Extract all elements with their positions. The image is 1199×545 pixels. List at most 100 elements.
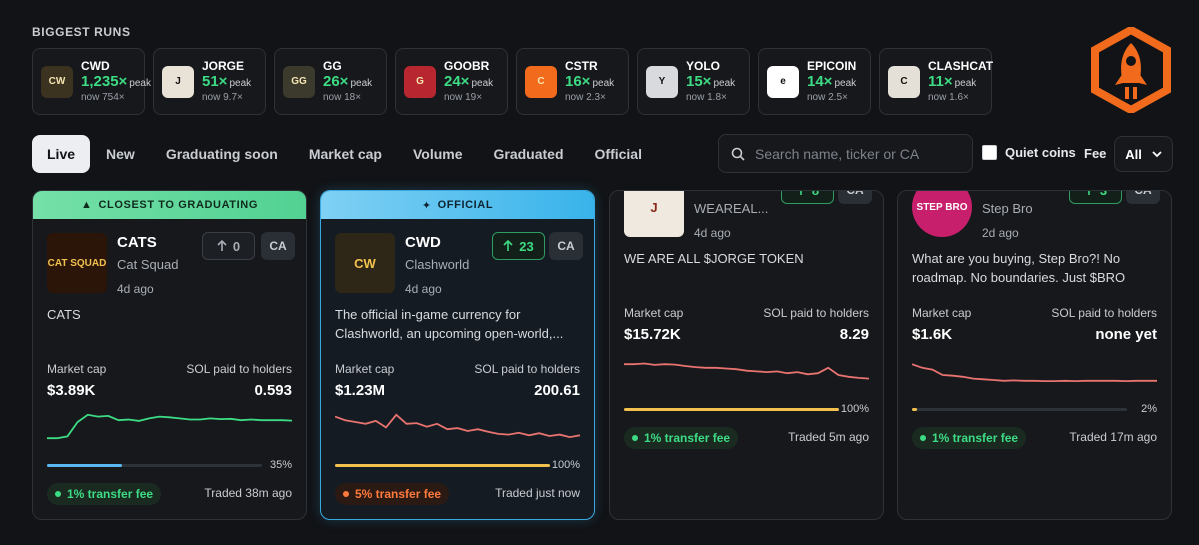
run-info: CWD 1,235× peak now 754×	[81, 58, 151, 104]
sol-paid-label: SOL paid to holders	[474, 362, 580, 376]
run-multiplier: 15×	[686, 73, 712, 91]
last-traded: Traded 38m ago	[204, 486, 292, 500]
card-body: CAT SQUAD CATS Cat Squad 4d ago 0 CA CATS Marke…	[33, 219, 306, 519]
token-description: The official in-game currency for Clashw…	[335, 307, 564, 341]
sparkline-path	[47, 413, 292, 440]
token-description: What are you buying, Step Bro?! No roadm…	[912, 251, 1126, 285]
transfer-fee-label: 1% transfer fee	[67, 487, 154, 501]
run-card[interactable]: C CLASHCAT 11× peak now 1.6×	[879, 48, 993, 115]
copy-ca-button[interactable]: CA	[838, 191, 872, 204]
arrow-up-icon	[1088, 191, 1090, 195]
tab-official[interactable]: Official	[580, 135, 657, 173]
run-ticker: CWD	[81, 58, 110, 73]
transfer-fee-badge: 1% transfer fee	[912, 427, 1027, 449]
run-peak-line: 15× peak	[686, 73, 735, 91]
rocket-logo-icon[interactable]	[1091, 27, 1171, 113]
transfer-fee-label: 1% transfer fee	[644, 431, 731, 445]
fee-select[interactable]: All	[1114, 136, 1173, 172]
run-card[interactable]: G GOOBR 24× peak now 19×	[395, 48, 508, 115]
search-box[interactable]	[718, 134, 973, 173]
run-now: now 2.5×	[807, 91, 848, 103]
sol-paid-value: none yet	[1095, 326, 1157, 343]
token-age: 2d ago	[982, 226, 1019, 240]
run-card[interactable]: C CSTR 16× peak now 2.3×	[516, 48, 629, 115]
tab-new[interactable]: New	[91, 135, 150, 173]
token-card[interactable]: ✦ OFFICIAL CW CWD Clashworld 4d ago 23 CA The of…	[320, 190, 595, 520]
graduation-progress-fill	[47, 464, 123, 467]
run-card[interactable]: J JORGE 51× peak now 9.7×	[153, 48, 266, 115]
copy-ca-button[interactable]: CA	[549, 232, 583, 260]
status-dot-icon	[632, 435, 638, 441]
run-card[interactable]: GG GG 26× peak now 18×	[274, 48, 387, 115]
token-card[interactable]: J JORGE WEAREAL... 4d ago 8 CA WE ARE ALL $JOR…	[609, 190, 884, 520]
token-ticker: CWD	[405, 234, 441, 251]
run-card[interactable]: Y YOLO 15× peak now 1.8×	[637, 48, 750, 115]
run-peak-label: peak	[592, 78, 615, 90]
token-description: CATS	[47, 307, 81, 322]
section-title: BIGGEST RUNS	[32, 25, 131, 39]
tab-graduated[interactable]: Graduated	[479, 135, 579, 173]
token-ticker: JORGE	[694, 191, 747, 195]
run-now: now 754×	[81, 91, 125, 103]
holder-count: 23	[519, 238, 534, 254]
run-multiplier: 14×	[807, 73, 833, 91]
market-cap-value: $1.6K	[912, 326, 953, 343]
holder-count-badge[interactable]: 0	[202, 232, 255, 260]
triangle-up-icon: ▲	[81, 199, 93, 211]
run-peak-label: peak	[713, 78, 736, 90]
search-icon	[731, 147, 745, 161]
run-ticker: YOLO	[686, 58, 721, 73]
copy-ca-button[interactable]: CA	[261, 232, 295, 260]
status-dot-icon	[55, 491, 61, 497]
holder-count-badge[interactable]: 8	[781, 191, 834, 204]
status-dot-icon	[920, 435, 926, 441]
graduation-progress-percent: 2%	[1141, 403, 1157, 415]
run-now: now 9.7×	[202, 91, 243, 103]
status-dot-icon	[343, 491, 349, 497]
token-name: WEAREAL...	[694, 201, 769, 216]
run-peak-line: 51× peak	[202, 73, 251, 91]
run-now: now 2.3×	[565, 91, 606, 103]
tab-graduating-soon[interactable]: Graduating soon	[151, 135, 293, 173]
biggest-runs-list: CW CWD 1,235× peak now 754× J JORGE 51× peak now …	[32, 48, 993, 115]
card-body: J JORGE WEAREAL... 4d ago 8 CA WE ARE ALL $JOR…	[610, 191, 883, 519]
copy-ca-button[interactable]: CA	[1126, 191, 1160, 204]
run-peak-label: peak	[954, 78, 977, 90]
run-peak-line: 1,235× peak	[81, 73, 151, 91]
market-cap-label: Market cap	[624, 306, 684, 320]
token-ticker: BRO	[982, 191, 1015, 195]
token-card[interactable]: ▲ CLOSEST TO GRADUATING CAT SQUAD CATS Cat S…	[32, 190, 307, 520]
run-card[interactable]: e EPICOIN 14× peak now 2.5×	[758, 48, 871, 115]
holder-count-badge[interactable]: 3	[1069, 191, 1122, 204]
card-banner: ✦ OFFICIAL	[321, 191, 594, 219]
card-banner-label: CLOSEST TO GRADUATING	[98, 199, 258, 211]
market-cap-value: $15.72K	[624, 326, 681, 343]
graduation-progress-percent: 100%	[551, 459, 580, 471]
run-multiplier: 16×	[565, 73, 591, 91]
run-ticker: GG	[323, 58, 342, 73]
arrow-up-icon	[503, 240, 513, 251]
token-age: 4d ago	[117, 282, 154, 296]
token-avatar: STEP BRO	[912, 191, 972, 237]
tab-volume[interactable]: Volume	[398, 135, 478, 173]
token-thumbnail: C	[525, 65, 557, 98]
transfer-fee-badge: 5% transfer fee	[335, 483, 450, 505]
graduation-progress-fill	[912, 408, 918, 411]
transfer-fee-badge: 1% transfer fee	[47, 483, 162, 505]
graduation-progress-bar	[335, 464, 550, 467]
holder-count-badge[interactable]: 23	[492, 232, 545, 260]
transfer-fee-label: 1% transfer fee	[932, 431, 1019, 445]
quiet-coins-label: Quiet coins	[1005, 145, 1076, 160]
search-input[interactable]	[755, 145, 955, 162]
run-card[interactable]: CW CWD 1,235× peak now 754×	[32, 48, 151, 115]
quiet-coins-toggle[interactable]: Quiet coins	[982, 145, 1076, 160]
tab-market-cap[interactable]: Market cap	[294, 135, 397, 173]
card-body: STEP BRO BRO Step Bro 2d ago 3 CA What are you…	[898, 191, 1171, 519]
quiet-coins-checkbox[interactable]	[982, 145, 997, 160]
tab-live[interactable]: Live	[32, 135, 91, 173]
run-ticker: JORGE	[202, 58, 245, 73]
run-peak-line: 14× peak	[807, 73, 856, 91]
price-sparkline	[47, 413, 292, 440]
run-info: CSTR 16× peak now 2.3×	[565, 59, 615, 104]
token-card[interactable]: STEP BRO BRO Step Bro 2d ago 3 CA What are you…	[897, 190, 1172, 520]
